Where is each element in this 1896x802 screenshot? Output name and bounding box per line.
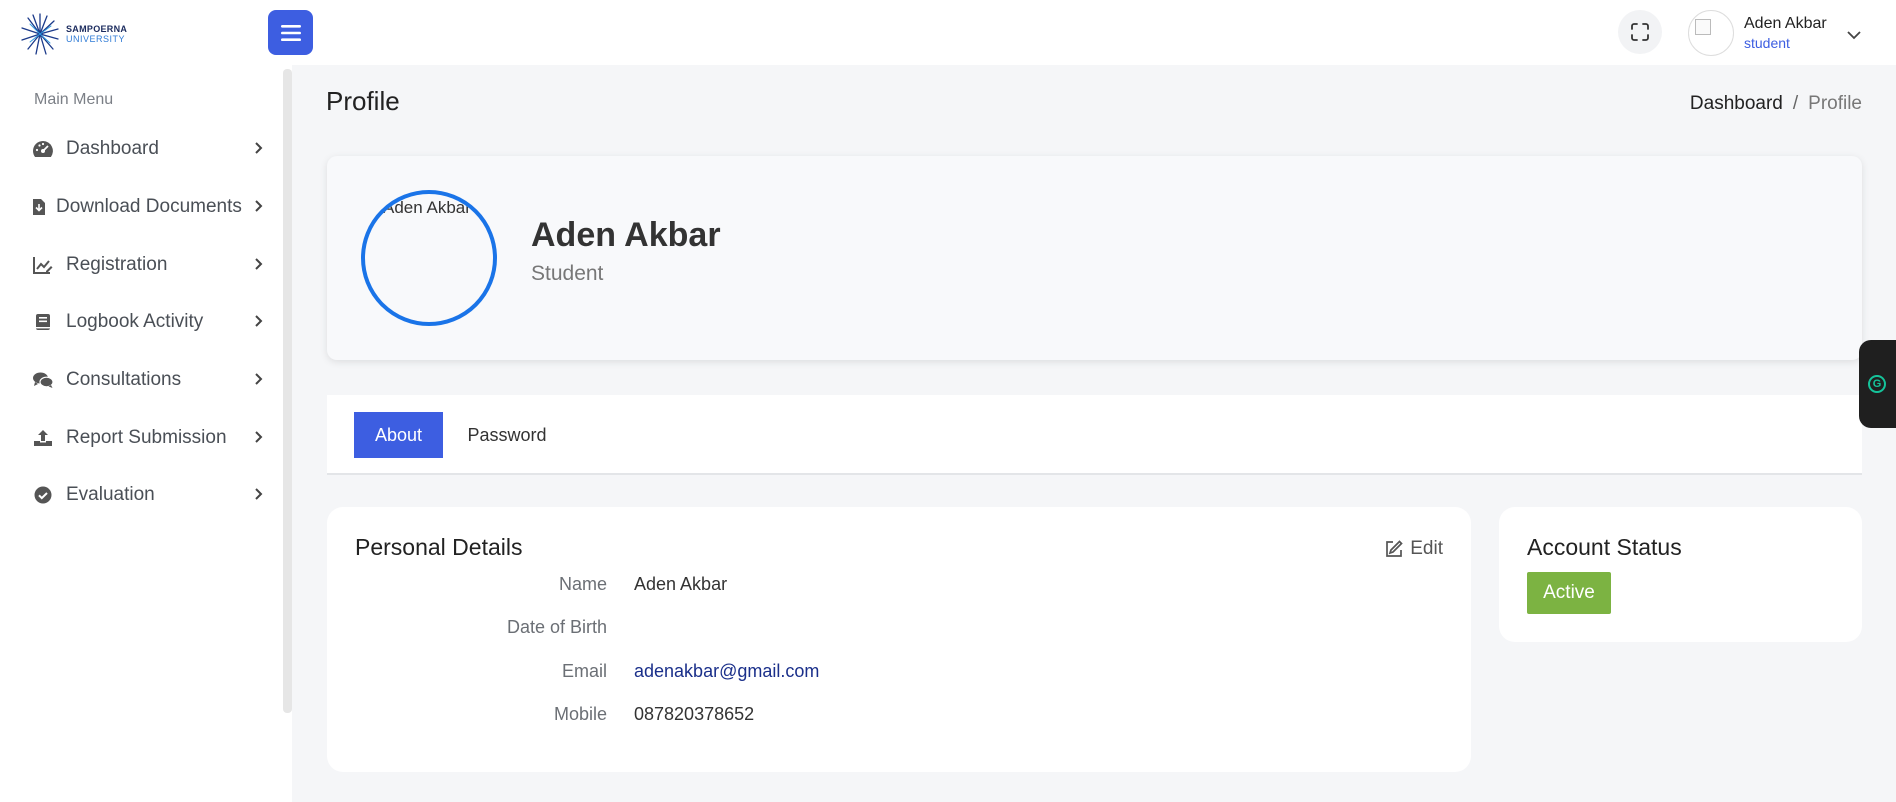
mobile-value: 087820378652 (634, 704, 755, 724)
brand-line-2: UNIVERSITY (66, 34, 126, 44)
name-label: Name (558, 574, 607, 594)
grammarly-icon: G (1868, 375, 1886, 393)
user-name: Aden Akbar (1744, 15, 1827, 32)
breadcrumb-current: Profile (1808, 93, 1862, 114)
profile-tabs: About Password (327, 395, 1862, 475)
edit-label: Edit (1410, 538, 1443, 559)
book-icon (32, 311, 54, 333)
sidebar-item-report-submission[interactable]: Report Submission (32, 420, 264, 456)
chevron-right-icon (255, 315, 263, 327)
chevron-right-icon (255, 142, 263, 154)
breadcrumb: Dashboard / Profile (1690, 93, 1862, 115)
sidebar: Main Menu Dashboard Download Documents R… (0, 65, 292, 802)
fullscreen-icon (1631, 23, 1649, 41)
chevron-right-icon (255, 488, 263, 500)
top-header: SAMPOERNA UNIVERSITY Aden Akbar student (0, 0, 1896, 65)
sidebar-item-evaluation[interactable]: Evaluation (32, 477, 264, 513)
hamburger-icon (280, 24, 301, 41)
sunburst-logo-icon (21, 13, 59, 55)
email-link[interactable]: adenakbar@gmail.com (634, 661, 819, 682)
chart-edit-icon (32, 254, 54, 276)
tab-about[interactable]: About (354, 412, 443, 458)
profile-name: Aden Akbar (531, 216, 721, 254)
profile-picture-alt-text: Aden Akbar (383, 198, 471, 217)
avatar (1688, 10, 1734, 56)
chevron-down-icon (1847, 31, 1861, 40)
check-circle-icon (32, 484, 54, 506)
sidebar-item-registration[interactable]: Registration (32, 247, 264, 283)
chevron-right-icon (255, 431, 263, 443)
brand-line-1: SAMPOERNA (66, 24, 128, 34)
sampoerna-logo[interactable]: SAMPOERNA UNIVERSITY (20, 12, 127, 56)
chevron-right-icon (255, 200, 263, 212)
tab-password[interactable]: Password (457, 412, 557, 458)
sidebar-item-label: Logbook Activity (66, 311, 204, 332)
page-title: Profile (326, 86, 400, 116)
profile-header-card: Aden Akbar Aden Akbar Student (327, 156, 1862, 360)
sidebar-item-logbook-activity[interactable]: Logbook Activity (32, 304, 264, 340)
edit-button[interactable]: Edit (1384, 538, 1443, 560)
sidebar-item-label: Dashboard (66, 138, 159, 159)
sidebar-item-consultations[interactable]: Consultations (32, 362, 264, 398)
personal-details-title: Personal Details (355, 534, 523, 560)
edit-icon (1386, 540, 1403, 557)
sidebar-item-label: Consultations (66, 369, 182, 390)
chevron-right-icon (255, 258, 263, 270)
status-badge: Active (1527, 572, 1611, 614)
file-download-icon (32, 196, 46, 218)
mobile-label: Mobile (553, 704, 607, 724)
account-status-title: Account Status (1527, 534, 1682, 560)
sidebar-item-label: Evaluation (66, 484, 155, 505)
sidebar-title: Main Menu (34, 91, 114, 108)
sidebar-item-label: Registration (66, 254, 168, 275)
sidebar-item-dashboard[interactable]: Dashboard (32, 131, 264, 167)
fullscreen-button[interactable] (1618, 10, 1662, 54)
breadcrumb-separator: / (1792, 93, 1799, 114)
sidebar-scrollbar[interactable] (283, 69, 292, 713)
grammarly-widget[interactable]: G (1859, 340, 1896, 428)
name-value: Aden Akbar (634, 574, 728, 594)
email-label: Email (561, 661, 607, 681)
sidebar-item-label: Report Submission (66, 427, 227, 448)
sidebar-item-download-documents[interactable]: Download Documents (32, 189, 264, 225)
user-role: student (1744, 35, 1790, 51)
speedometer-icon (32, 138, 54, 160)
account-status-card: Account Status Active (1499, 507, 1862, 642)
chevron-right-icon (255, 373, 263, 385)
sidebar-toggle-button[interactable] (268, 10, 313, 55)
upload-icon (32, 427, 54, 449)
user-menu[interactable]: Aden Akbar student (1688, 10, 1861, 56)
chat-bubbles-icon (32, 369, 54, 391)
breadcrumb-dashboard-link[interactable]: Dashboard (1690, 93, 1783, 115)
personal-details-card: Personal Details Edit Name Aden Akbar Da… (327, 507, 1471, 772)
profile-picture: Aden Akbar (361, 190, 497, 326)
sidebar-item-label: Download Documents (56, 196, 242, 217)
profile-role: Student (531, 262, 604, 285)
dob-label: Date of Birth (506, 617, 607, 637)
